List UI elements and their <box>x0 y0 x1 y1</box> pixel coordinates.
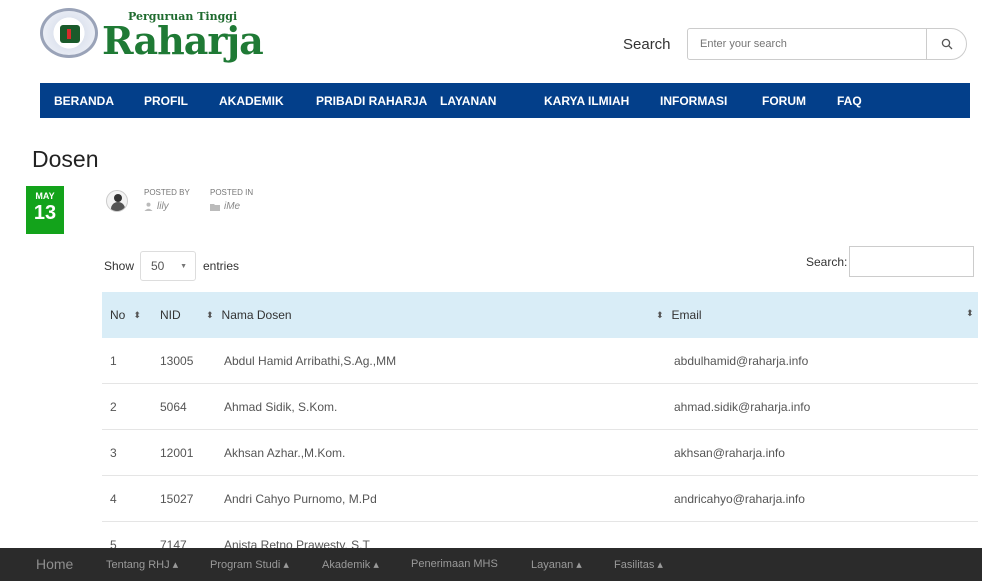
footer-item-layanan[interactable]: Layanan ▴ <box>531 558 582 571</box>
table-header-row: No ⬍ NID ⬍ Nama Dosen ⬍ Email ⬍ <box>102 292 978 338</box>
cell-no: 1 <box>110 354 117 368</box>
nav-item-beranda[interactable]: BERANDA <box>54 94 114 108</box>
cell-email: akhsan@raharja.info <box>674 446 785 460</box>
site-search-input[interactable] <box>688 29 926 59</box>
footer-item-program-studi[interactable]: Program Studi ▴ <box>210 558 289 571</box>
column-header-nama-dosen[interactable]: ⬍ Nama Dosen <box>206 308 292 322</box>
search-icon <box>941 38 953 50</box>
table-row: 4 15027 Andri Cahyo Purnomo, M.Pd andric… <box>102 476 978 522</box>
entries-label: entries <box>203 259 240 273</box>
cell-nama-dosen: Akhsan Azhar.,M.Kom. <box>224 446 346 460</box>
date-day: 13 <box>33 202 57 224</box>
entries-per-page-value: 50 <box>151 259 165 273</box>
posted-in-category-name: iMe <box>224 201 241 212</box>
column-header-no[interactable]: No ⬍ <box>110 308 141 322</box>
search-label: Search <box>623 36 671 53</box>
dosen-table: No ⬍ NID ⬍ Nama Dosen ⬍ Email ⬍ 1 13005 Abd… <box>102 292 978 568</box>
footer-item-fasilitas[interactable]: Fasilitas ▴ <box>614 558 663 571</box>
page-title: Dosen <box>32 146 99 172</box>
nav-item-faq[interactable]: FAQ <box>837 94 862 108</box>
sort-icon: ⬍ <box>966 308 974 318</box>
cell-nama-dosen: Abdul Hamid Arribathi,S.Ag.,MM <box>224 354 397 368</box>
entries-per-page-select[interactable]: 50 ▼ <box>140 251 196 281</box>
cell-no: 4 <box>110 492 117 506</box>
caret-down-icon: ▼ <box>180 263 187 270</box>
cell-no: 3 <box>110 446 117 460</box>
cell-nama-dosen: Andri Cahyo Purnomo, M.Pd <box>224 492 377 506</box>
table-search-input[interactable] <box>849 246 974 277</box>
author-avatar[interactable] <box>106 190 128 212</box>
footer-item-akademik[interactable]: Akademik ▴ <box>322 558 379 571</box>
footer-item-tentang-rhj[interactable]: Tentang RHJ ▴ <box>106 558 178 571</box>
column-header-nid[interactable]: NID <box>160 308 181 322</box>
cell-email: andricahyo@raharja.info <box>674 492 805 506</box>
posted-in-label: POSTED IN <box>210 188 254 197</box>
posted-by-label: POSTED BY <box>144 188 190 197</box>
nav-item-informasi[interactable]: INFORMASI <box>660 94 727 108</box>
cell-nid: 12001 <box>160 446 194 460</box>
posted-by-author[interactable]: lily <box>144 201 169 212</box>
folder-icon <box>210 203 220 211</box>
bottom-menu-bar: Home Tentang RHJ ▴ Program Studi ▴ Akade… <box>0 548 982 581</box>
logo-seal-icon[interactable] <box>40 8 98 58</box>
posted-by-author-name: lily <box>157 201 169 212</box>
table-row: 2 5064 Ahmad Sidik, S.Kom. ahmad.sidik@r… <box>102 384 978 430</box>
site-search-box <box>687 28 967 60</box>
site-header: Perguruan Tinggi Raharja Search <box>0 0 982 83</box>
table-row: 3 12001 Akhsan Azhar.,M.Kom. akhsan@raha… <box>102 430 978 476</box>
cell-email: abdulhamid@raharja.info <box>674 354 809 368</box>
nav-item-layanan[interactable]: LAYANAN <box>440 94 496 108</box>
table-row: 1 13005 Abdul Hamid Arribathi,S.Ag.,MM a… <box>102 338 978 384</box>
footer-item-home[interactable]: Home <box>36 556 73 572</box>
nav-item-akademik[interactable]: AKADEMIK <box>219 94 284 108</box>
main-nav: BERANDA PROFIL AKADEMIK PRIBADI RAHARJA … <box>40 83 970 118</box>
sort-icon: ⬍ <box>133 309 141 320</box>
cell-nid: 15027 <box>160 492 194 506</box>
cell-nama-dosen: Ahmad Sidik, S.Kom. <box>224 400 338 414</box>
column-header-email[interactable]: ⬍ Email <box>656 308 702 322</box>
table-search-label: Search: <box>806 255 848 269</box>
cell-nid: 5064 <box>160 400 187 414</box>
date-badge: MAY 13 <box>26 186 64 234</box>
nav-item-forum[interactable]: FORUM <box>762 94 806 108</box>
footer-item-penerimaan-mhs[interactable]: Penerimaan MHS <box>411 558 498 570</box>
nav-item-profil[interactable]: PROFIL <box>144 94 188 108</box>
posted-in-category[interactable]: iMe <box>210 201 240 212</box>
nav-item-pribadi-raharja[interactable]: PRIBADI RAHARJA <box>316 94 427 108</box>
nav-item-karya-ilmiah[interactable]: KARYA ILMIAH <box>544 94 629 108</box>
cell-no: 2 <box>110 400 117 414</box>
show-label: Show <box>104 259 135 273</box>
sort-icon: ⬍ <box>206 309 214 320</box>
date-month: MAY <box>35 191 55 201</box>
search-button[interactable] <box>926 29 967 59</box>
cell-email: ahmad.sidik@raharja.info <box>674 400 811 414</box>
sort-icon: ⬍ <box>656 309 664 320</box>
cell-nid: 13005 <box>160 354 194 368</box>
user-icon <box>144 202 153 211</box>
column-header-sort-end[interactable]: ⬍ <box>966 308 974 319</box>
logo-title[interactable]: Raharja <box>102 18 264 63</box>
